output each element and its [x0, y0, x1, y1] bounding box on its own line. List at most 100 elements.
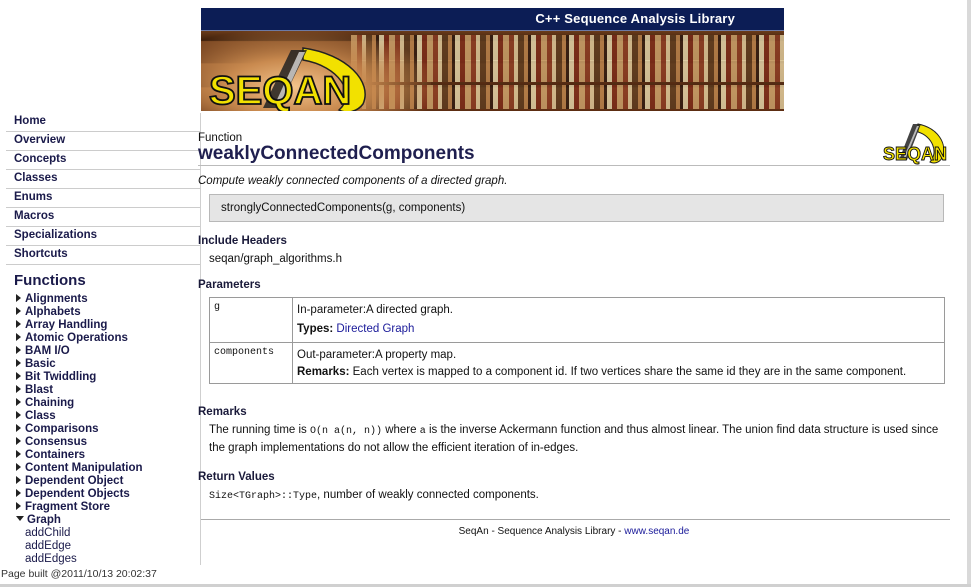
category-atomic-operations[interactable]: Atomic Operations — [6, 332, 201, 345]
collapse-triangle-icon — [16, 516, 24, 521]
function-link-addedge[interactable]: addEdge — [6, 540, 201, 553]
expand-triangle-icon — [16, 346, 21, 354]
banner-title: C++ Sequence Analysis Library — [535, 11, 735, 26]
category-label: Fragment Store — [25, 501, 110, 513]
category-label: Chaining — [25, 397, 75, 409]
category-label: Dependent Objects — [25, 488, 130, 500]
signature-box: stronglyConnectedComponents(g, component… — [209, 194, 944, 222]
sidebar: Home Overview Concepts Classes Enums Mac… — [6, 113, 201, 565]
param-desc-text: In-parameter:A directed graph. — [297, 304, 453, 316]
category-graph[interactable]: Graph — [6, 514, 201, 527]
category-label: Class — [25, 410, 56, 422]
nav-shortcuts[interactable]: Shortcuts — [6, 246, 201, 265]
seqan-website-link[interactable]: www.seqan.de — [624, 526, 689, 537]
expand-triangle-icon — [16, 411, 21, 419]
param-name: g — [209, 297, 293, 343]
expand-triangle-icon — [16, 372, 21, 380]
nav-concepts[interactable]: Concepts — [6, 151, 201, 170]
expand-triangle-icon — [16, 359, 21, 367]
window-edge — [967, 0, 971, 587]
seqan-small-logo[interactable]: SEQAN — [882, 120, 950, 168]
expand-triangle-icon — [16, 333, 21, 341]
category-containers[interactable]: Containers — [6, 449, 201, 462]
category-label: Comparisons — [25, 423, 99, 435]
directed-graph-link[interactable]: Directed Graph — [336, 323, 414, 335]
category-label: Containers — [25, 449, 86, 461]
category-alignments[interactable]: Alignments — [6, 293, 201, 306]
category-chaining[interactable]: Chaining — [6, 397, 201, 410]
category-dependent-object[interactable]: Dependent Object — [6, 475, 201, 488]
category-label: Array Handling — [25, 319, 108, 331]
return-values-heading: Return Values — [198, 471, 275, 483]
nav-enums[interactable]: Enums — [6, 189, 201, 208]
function-link-addedges[interactable]: addEdges — [6, 553, 201, 565]
expand-triangle-icon — [16, 476, 21, 484]
param-extra: Types: Directed Graph — [297, 320, 940, 339]
category-bam-io[interactable]: BAM I/O — [6, 345, 201, 358]
category-label: Content Manipulation — [25, 462, 143, 474]
category-alphabets[interactable]: Alphabets — [6, 306, 201, 319]
category-array-handling[interactable]: Array Handling — [6, 319, 201, 332]
category-blast[interactable]: Blast — [6, 384, 201, 397]
category-bit-twiddling[interactable]: Bit Twiddling — [6, 371, 201, 384]
function-summary: Compute weakly connected components of a… — [198, 175, 508, 187]
page-built-timestamp: Page built @2011/10/13 20:02:37 — [1, 568, 157, 580]
remarks-heading: Remarks — [198, 406, 247, 418]
expand-triangle-icon — [16, 450, 21, 458]
remarks-part: The running time is — [209, 424, 310, 436]
table-row: g In-parameter:A directed graph. Types: … — [209, 297, 945, 343]
category-label: Blast — [25, 384, 54, 396]
page-title: weaklyConnectedComponents — [198, 143, 475, 164]
logo-text: SEQAN — [883, 144, 947, 164]
expand-triangle-icon — [16, 424, 21, 432]
expand-triangle-icon — [16, 437, 21, 445]
banner-title-bar: C++ Sequence Analysis Library — [201, 8, 784, 31]
signature-text: stronglyConnectedComponents(g, component… — [221, 202, 466, 214]
category-consensus[interactable]: Consensus — [6, 436, 201, 449]
include-headers-heading: Include Headers — [198, 235, 287, 247]
header-banner: C++ Sequence Analysis Library SEQAN — [201, 8, 784, 111]
category-label: Basic — [25, 358, 56, 370]
expand-triangle-icon — [16, 463, 21, 471]
expand-triangle-icon — [16, 385, 21, 393]
category-content-manipulation[interactable]: Content Manipulation — [6, 462, 201, 475]
param-description: In-parameter:A directed graph. Types: Di… — [292, 297, 945, 343]
complexity-code: O(n a(n, n)) — [310, 426, 383, 437]
expand-triangle-icon — [16, 307, 21, 315]
category-comparisons[interactable]: Comparisons — [6, 423, 201, 436]
expand-triangle-icon — [16, 294, 21, 302]
parameters-heading: Parameters — [198, 279, 261, 291]
return-type-code: Size<TGraph>::Type — [209, 491, 318, 502]
remarks-part: where — [382, 424, 420, 436]
param-extra-text: Each vertex is mapped to a component id.… — [352, 366, 907, 378]
footer-text: SeqAn - Sequence Analysis Library - — [458, 526, 625, 537]
category-label: Bit Twiddling — [25, 371, 97, 383]
footer: SeqAn - Sequence Analysis Library - www.… — [198, 526, 950, 537]
nav-classes[interactable]: Classes — [6, 170, 201, 189]
category-basic[interactable]: Basic — [6, 358, 201, 371]
param-description: Out-parameter:A property map. Remarks: E… — [292, 342, 945, 384]
expand-triangle-icon — [16, 320, 21, 328]
nav-home[interactable]: Home — [6, 113, 201, 132]
functions-heading: Functions — [14, 272, 86, 289]
table-row: components Out-parameter:A property map.… — [209, 342, 945, 384]
category-label: Atomic Operations — [25, 332, 128, 344]
remarks-text: The running time is O(n a(n, n)) where a… — [209, 422, 939, 457]
logo-text: SEQAN — [209, 69, 351, 111]
function-link-addchild[interactable]: addChild — [6, 527, 201, 540]
category-label: Graph — [27, 514, 61, 526]
param-extra-label: Remarks: — [297, 366, 350, 378]
param-extra-label: Types: — [297, 323, 334, 335]
nav-overview[interactable]: Overview — [6, 132, 201, 151]
seqan-logo[interactable]: SEQAN — [207, 42, 387, 111]
title-divider — [198, 165, 950, 166]
include-file: seqan/graph_algorithms.h — [209, 253, 342, 265]
category-fragment-store[interactable]: Fragment Store — [6, 501, 201, 514]
expand-triangle-icon — [16, 502, 21, 510]
category-label: Alignments — [25, 293, 88, 305]
category-label: Consensus — [25, 436, 87, 448]
category-class[interactable]: Class — [6, 410, 201, 423]
nav-macros[interactable]: Macros — [6, 208, 201, 227]
category-dependent-objects[interactable]: Dependent Objects — [6, 488, 201, 501]
nav-specializations[interactable]: Specializations — [6, 227, 201, 246]
